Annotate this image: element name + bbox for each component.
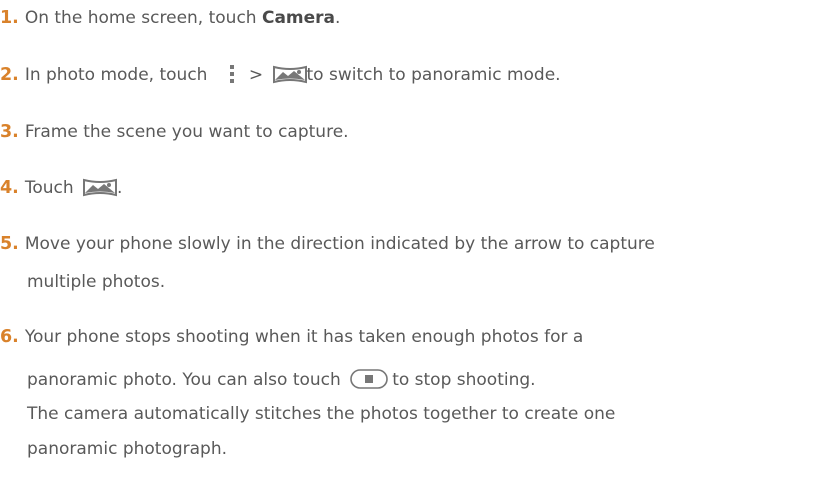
step-number: 1.: [0, 8, 19, 28]
step-2: 2. In photo mode, touch > to switch to pa…: [0, 64, 561, 86]
step-text: Move your phone slowly in the direction …: [24, 234, 655, 254]
step-text: to switch to panoramic mode.: [306, 65, 561, 85]
step-number: 3.: [0, 122, 19, 142]
panorama-shutter-icon: [83, 178, 118, 197]
step-6-line-3: The camera automatically stitches the ph…: [27, 404, 616, 424]
step-text: Touch: [24, 178, 74, 198]
step-number: 6.: [0, 327, 19, 347]
step-number: 2.: [0, 65, 19, 85]
step-number: 5.: [0, 234, 19, 254]
step-1: 1. On the home screen, touch Camera.: [0, 8, 341, 28]
step-text: Frame the scene you want to capture.: [24, 122, 349, 142]
camera-label: Camera: [261, 8, 336, 28]
step-5: 5. Move your phone slowly in the directio…: [0, 233, 655, 255]
separator: >: [248, 65, 264, 85]
panorama-icon: [272, 65, 307, 84]
step-text: In photo mode, touch: [24, 65, 208, 85]
stop-button-icon: [350, 369, 388, 389]
instruction-list: 1. On the home screen, touch Camera. 2. In…: [0, 0, 820, 487]
more-menu-icon: [229, 65, 234, 83]
step-3: 3. Frame the scene you want to capture.: [0, 121, 349, 143]
step-text: Your phone stops shooting when it has ta…: [24, 327, 584, 347]
step-text: On the home screen, touch: [24, 8, 262, 28]
step-number: 4.: [0, 178, 19, 198]
step-4: 4. Touch .: [0, 178, 123, 198]
step-5-continuation: multiple photos.: [27, 272, 166, 292]
step-6: 6. Your phone stops shooting when it has …: [0, 326, 583, 348]
step-6-line-2: panoramic photo. You can also touch to s…: [27, 369, 536, 390]
step-6-line-4: panoramic photograph.: [27, 439, 228, 459]
